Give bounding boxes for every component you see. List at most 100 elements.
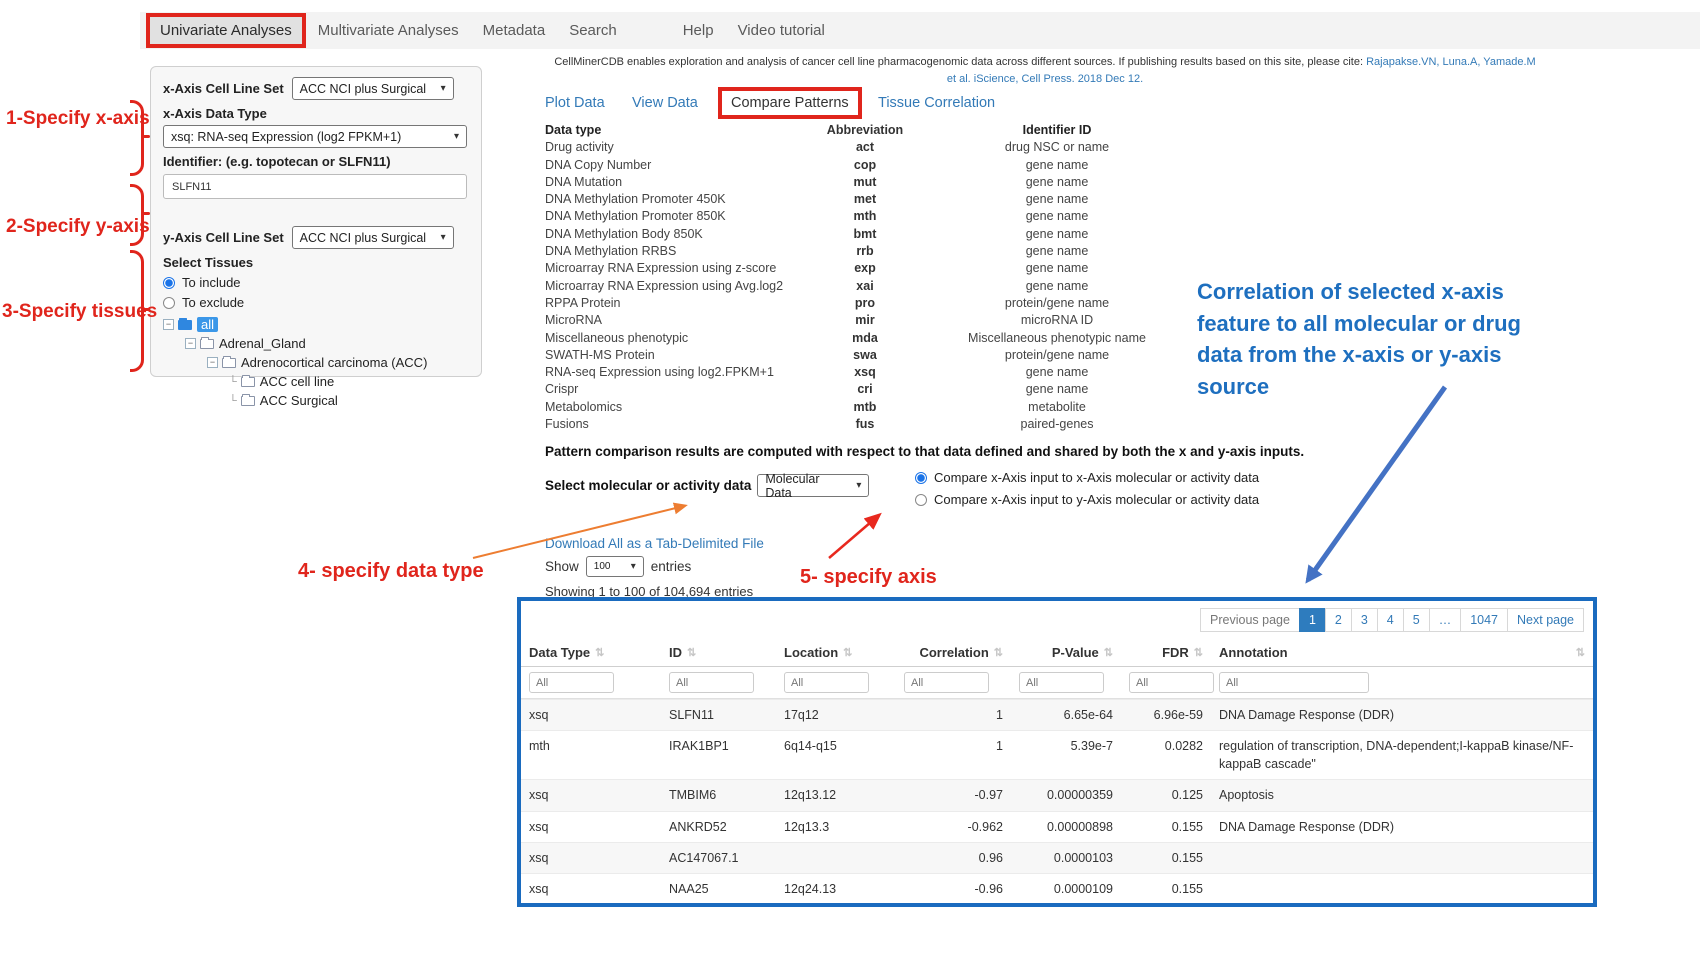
filter-cell xyxy=(776,667,896,698)
next-page-button[interactable]: Next page xyxy=(1507,608,1584,632)
column-header-p-value[interactable]: P-Value⇅ xyxy=(1011,639,1121,666)
nav-video-tutorial[interactable]: Video tutorial xyxy=(726,14,837,47)
sort-icon[interactable]: ⇅ xyxy=(1194,646,1203,659)
sort-icon[interactable]: ⇅ xyxy=(1576,646,1585,659)
previous-page-button[interactable]: Previous page xyxy=(1200,608,1300,632)
radio-selected-icon xyxy=(915,472,927,484)
folder-icon xyxy=(241,377,255,387)
nav-help[interactable]: Help xyxy=(671,14,726,47)
identifier-input[interactable] xyxy=(163,174,467,199)
table-row[interactable]: xsqSLFN1117q1216.65e-646.96e-59DNA Damag… xyxy=(521,699,1593,730)
sort-icon[interactable]: ⇅ xyxy=(687,646,696,659)
table-row[interactable]: xsqTMBIM612q13.12-0.970.000003590.125Apo… xyxy=(521,779,1593,810)
datatype-abbr-cell: rrb xyxy=(817,243,913,260)
column-filter-input[interactable] xyxy=(529,672,614,693)
filter-cell xyxy=(521,667,661,698)
column-filter-input[interactable] xyxy=(1019,672,1104,693)
column-header-annotation[interactable]: Annotation ⇅ xyxy=(1211,639,1593,666)
table-cell: 17q12 xyxy=(776,700,896,730)
column-header-label: Annotation xyxy=(1219,645,1288,660)
column-filter-input[interactable] xyxy=(904,672,989,693)
table-row[interactable]: xsqANKRD5212q13.3-0.9620.000008980.155DN… xyxy=(521,811,1593,842)
collapse-icon[interactable]: − xyxy=(163,319,174,330)
sort-icon[interactable]: ⇅ xyxy=(1104,646,1113,659)
column-header-id[interactable]: ID ⇅ xyxy=(661,639,776,666)
y-axis-cell-line-set-value: ACC NCI plus Surgical xyxy=(300,231,426,245)
table-cell: regulation of transcription, DNA-depende… xyxy=(1211,731,1593,779)
table-cell: NAA25 xyxy=(661,874,776,904)
x-axis-data-type-label: x-Axis Data Type xyxy=(163,106,469,121)
nav-univariate-analyses[interactable]: Univariate Analyses xyxy=(146,13,306,48)
column-header-correlation[interactable]: Correlation⇅ xyxy=(896,639,1011,666)
pagination: Previous page12345…1047Next page xyxy=(1201,608,1584,632)
nav-metadata[interactable]: Metadata xyxy=(471,14,558,47)
compare-y-axis-option[interactable]: Compare x-Axis input to y-Axis molecular… xyxy=(915,492,1259,507)
page-number-button[interactable]: 3 xyxy=(1351,608,1378,632)
sort-icon[interactable]: ⇅ xyxy=(843,646,852,659)
x-axis-data-type-select[interactable]: xsq: RNA-seq Expression (log2 FPKM+1) ▾ xyxy=(163,125,467,148)
tissues-include-option[interactable]: To include xyxy=(163,275,469,290)
column-filter-input[interactable] xyxy=(1129,672,1214,693)
nav-search[interactable]: Search xyxy=(557,14,629,47)
column-filter-input[interactable] xyxy=(784,672,869,693)
column-header-fdr[interactable]: FDR ⇅ xyxy=(1121,639,1211,666)
table-row[interactable]: xsqAC147067.10.960.00001030.155 xyxy=(521,842,1593,873)
column-header-label: FDR xyxy=(1162,645,1189,660)
column-header-label: ID xyxy=(669,645,682,660)
datatype-id-cell: Miscellaneous phenotypic name xyxy=(913,330,1201,347)
citation-authors-link[interactable]: Rajapakse.VN, Luna.A, Yamade.M xyxy=(1366,56,1536,68)
page-number-button[interactable]: 2 xyxy=(1325,608,1352,632)
table-cell: 6.65e-64 xyxy=(1011,700,1121,730)
folder-icon xyxy=(200,339,214,349)
page-number-button[interactable]: 4 xyxy=(1377,608,1404,632)
datatype-id-cell: gene name xyxy=(913,381,1201,398)
tissues-exclude-option[interactable]: To exclude xyxy=(163,295,469,310)
table-cell: IRAK1BP1 xyxy=(661,731,776,779)
table-cell: DNA Damage Response (DDR) xyxy=(1211,700,1593,730)
tree-node-acc-cell-line[interactable]: └ ACC cell line xyxy=(163,372,469,391)
tree-node-acc-surgical[interactable]: └ ACC Surgical xyxy=(163,391,469,410)
datatype-name-cell: MicroRNA xyxy=(545,312,817,329)
page-number-button[interactable]: … xyxy=(1429,608,1462,632)
table-cell: xsq xyxy=(521,700,661,730)
page-length-select[interactable]: 100 ▾ xyxy=(586,556,644,577)
y-axis-cell-line-set-select[interactable]: ACC NCI plus Surgical ▾ xyxy=(292,226,454,249)
page-number-button[interactable]: 1047 xyxy=(1460,608,1508,632)
collapse-icon[interactable]: − xyxy=(207,357,218,368)
datatype-abbr-cell: swa xyxy=(817,347,913,364)
datatype-id-cell: drug NSC or name xyxy=(913,139,1201,156)
table-row[interactable]: mthLILRA119q13.410.00001210.155defense r… xyxy=(521,904,1593,907)
datatype-abbr-cell: mut xyxy=(817,174,913,191)
table-row[interactable]: xsqNAA2512q24.13-0.960.00001090.155 xyxy=(521,873,1593,904)
page-number-button[interactable]: 5 xyxy=(1403,608,1430,632)
column-filter-input[interactable] xyxy=(669,672,754,693)
sort-icon[interactable]: ⇅ xyxy=(994,646,1003,659)
molecular-data-select[interactable]: Molecular Data ▾ xyxy=(757,474,869,497)
tab-compare-patterns[interactable]: Compare Patterns xyxy=(718,87,862,119)
table-cell: 1 xyxy=(896,731,1011,779)
datatype-name-cell: DNA Copy Number xyxy=(545,157,817,174)
x-axis-cell-line-set-select[interactable]: ACC NCI plus Surgical ▾ xyxy=(292,77,454,100)
tab-view-data[interactable]: View Data xyxy=(632,95,698,111)
collapse-icon[interactable]: − xyxy=(185,338,196,349)
annotation-step1: 1-Specify x-axis xyxy=(6,108,150,130)
table-row[interactable]: mthIRAK1BP16q14-q1515.39e-70.0282regulat… xyxy=(521,730,1593,779)
compare-x-axis-option[interactable]: Compare x-Axis input to x-Axis molecular… xyxy=(915,470,1259,485)
sort-icon[interactable]: ⇅ xyxy=(595,646,604,659)
tab-tissue-correlation[interactable]: Tissue Correlation xyxy=(878,95,995,111)
column-header-location[interactable]: Location⇅ xyxy=(776,639,896,666)
table-cell xyxy=(1211,874,1593,904)
nav-multivariate-analyses[interactable]: Multivariate Analyses xyxy=(306,14,471,47)
tab-plot-data[interactable]: Plot Data xyxy=(545,95,605,111)
tree-node-acc[interactable]: − Adrenocortical carcinoma (ACC) xyxy=(163,353,469,372)
table-cell: 5.39e-7 xyxy=(1011,731,1121,779)
download-all-link[interactable]: Download All as a Tab-Delimited File xyxy=(545,536,764,551)
column-filter-input[interactable] xyxy=(1219,672,1369,693)
tree-node-all[interactable]: − all xyxy=(163,315,469,334)
table-cell: 1 xyxy=(896,905,1011,907)
page-number-button[interactable]: 1 xyxy=(1299,608,1326,632)
citation-journal-link[interactable]: et al. iScience, Cell Press. 2018 Dec 12… xyxy=(545,71,1545,88)
column-header-data-type[interactable]: Data Type⇅ xyxy=(521,639,661,666)
results-header-row: Data Type⇅ID⇅Location⇅Correlation⇅P-Valu… xyxy=(521,639,1593,667)
tree-node-adrenal-gland[interactable]: − Adrenal_Gland xyxy=(163,334,469,353)
